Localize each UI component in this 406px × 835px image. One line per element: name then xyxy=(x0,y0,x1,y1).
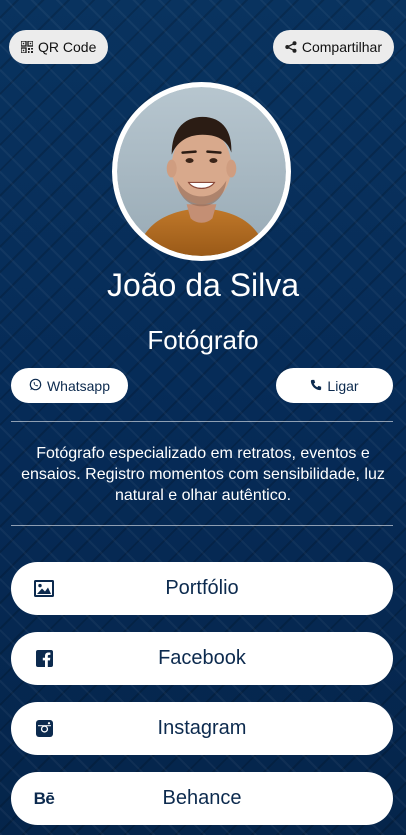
phone-icon xyxy=(310,378,322,394)
link-label: Behance xyxy=(162,787,242,809)
profile-name: João da Silva xyxy=(106,267,300,303)
link-instagram[interactable]: Instagram xyxy=(11,702,393,755)
qr-code-button[interactable]: QR Code xyxy=(9,30,109,64)
share-icon xyxy=(285,41,297,53)
divider xyxy=(11,525,393,526)
link-label: Portfólio xyxy=(165,577,239,599)
avatar xyxy=(112,82,291,261)
profile-page: QR Code Compartilhar João da Silva Fotóg… xyxy=(0,0,406,835)
link-facebook[interactable]: Facebook xyxy=(11,632,393,685)
qr-code-icon xyxy=(21,41,33,53)
call-label: Ligar xyxy=(327,377,359,394)
profile-photo xyxy=(117,87,286,256)
qr-code-label: QR Code xyxy=(38,39,97,55)
whatsapp-label: Whatsapp xyxy=(46,377,111,394)
profile-role: Fotógrafo xyxy=(147,325,259,355)
profile-bio: Fotógrafo especializado em retratos, eve… xyxy=(21,445,385,504)
share-label: Compartilhar xyxy=(301,39,382,55)
link-portfolio[interactable]: Portfólio xyxy=(11,562,393,615)
share-button[interactable]: Compartilhar xyxy=(272,30,394,64)
link-label: Facebook xyxy=(158,647,246,669)
whatsapp-button[interactable]: Whatsapp xyxy=(11,368,128,403)
link-behance[interactable]: Bē Behance xyxy=(11,772,393,825)
whatsapp-icon xyxy=(29,378,42,394)
link-label: Instagram xyxy=(157,717,247,739)
call-button[interactable]: Ligar xyxy=(276,368,393,403)
divider xyxy=(11,421,393,422)
